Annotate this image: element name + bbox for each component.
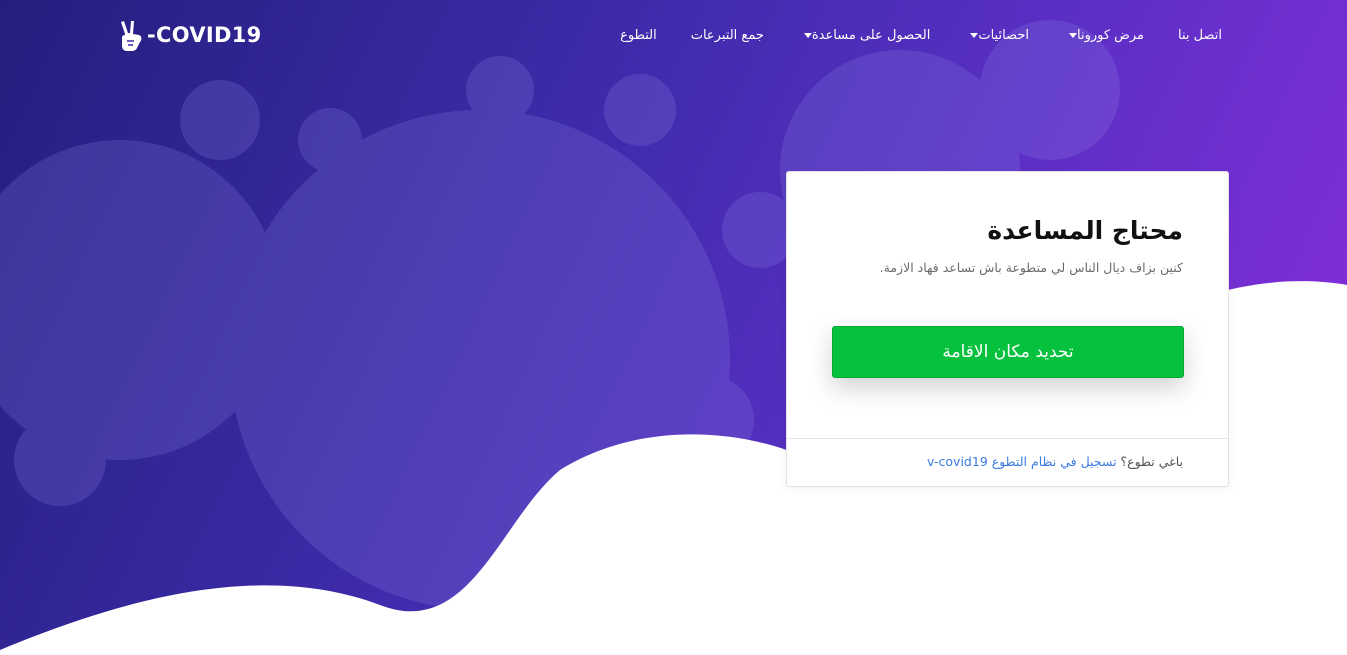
nav-item-label: جمع التبرعات xyxy=(690,27,764,43)
volunteer-register-link[interactable]: تسجيل في نظام التطوع v-covid19 xyxy=(927,454,1117,469)
brand-logo[interactable]: -COVID19 xyxy=(119,18,262,52)
nav-item-donations[interactable]: جمع التبرعات xyxy=(691,28,764,43)
caret-down-icon xyxy=(970,32,979,38)
volunteer-question: باغي تطوع؟ xyxy=(1120,454,1184,469)
help-card: محتاج المساعدة كنين بزاف ديال الناس لي م… xyxy=(786,171,1229,487)
navbar: -COVID19 اتصل بنا مرض كورونا احصائيات ال… xyxy=(0,0,1347,70)
nav-item-statistics[interactable]: احصائيات xyxy=(964,28,1029,43)
card-title: محتاج المساعدة xyxy=(987,216,1183,245)
card-divider xyxy=(787,438,1228,439)
nav-item-volunteer[interactable]: التطوع xyxy=(620,28,657,43)
nav-item-label: الحصول على مساعدة xyxy=(811,27,931,43)
caret-down-icon xyxy=(1068,32,1077,38)
nav-item-label: التطوع xyxy=(620,27,657,43)
set-location-button[interactable]: تحديد مكان الاقامة xyxy=(832,326,1184,378)
main-nav: اتصل بنا مرض كورونا احصائيات الحصول على … xyxy=(586,23,1222,47)
nav-item-label: احصائيات xyxy=(978,27,1029,43)
nav-item-corona[interactable]: مرض كورونا xyxy=(1063,28,1144,43)
victory-hand-icon xyxy=(121,21,142,51)
nav-item-get-help[interactable]: الحصول على مساعدة xyxy=(798,28,930,43)
nav-item-label: مرض كورونا xyxy=(1076,27,1145,43)
card-subtitle: كنين بزاف ديال الناس لي متطوعة باش تساعد… xyxy=(879,260,1183,275)
nav-item-label: اتصل بنا xyxy=(1178,27,1222,43)
card-footer: باغي تطوع؟ تسجيل في نظام التطوع v-covid1… xyxy=(927,454,1183,469)
nav-item-contact[interactable]: اتصل بنا xyxy=(1178,28,1222,43)
brand-name: -COVID19 xyxy=(147,23,262,47)
caret-down-icon xyxy=(803,32,812,38)
